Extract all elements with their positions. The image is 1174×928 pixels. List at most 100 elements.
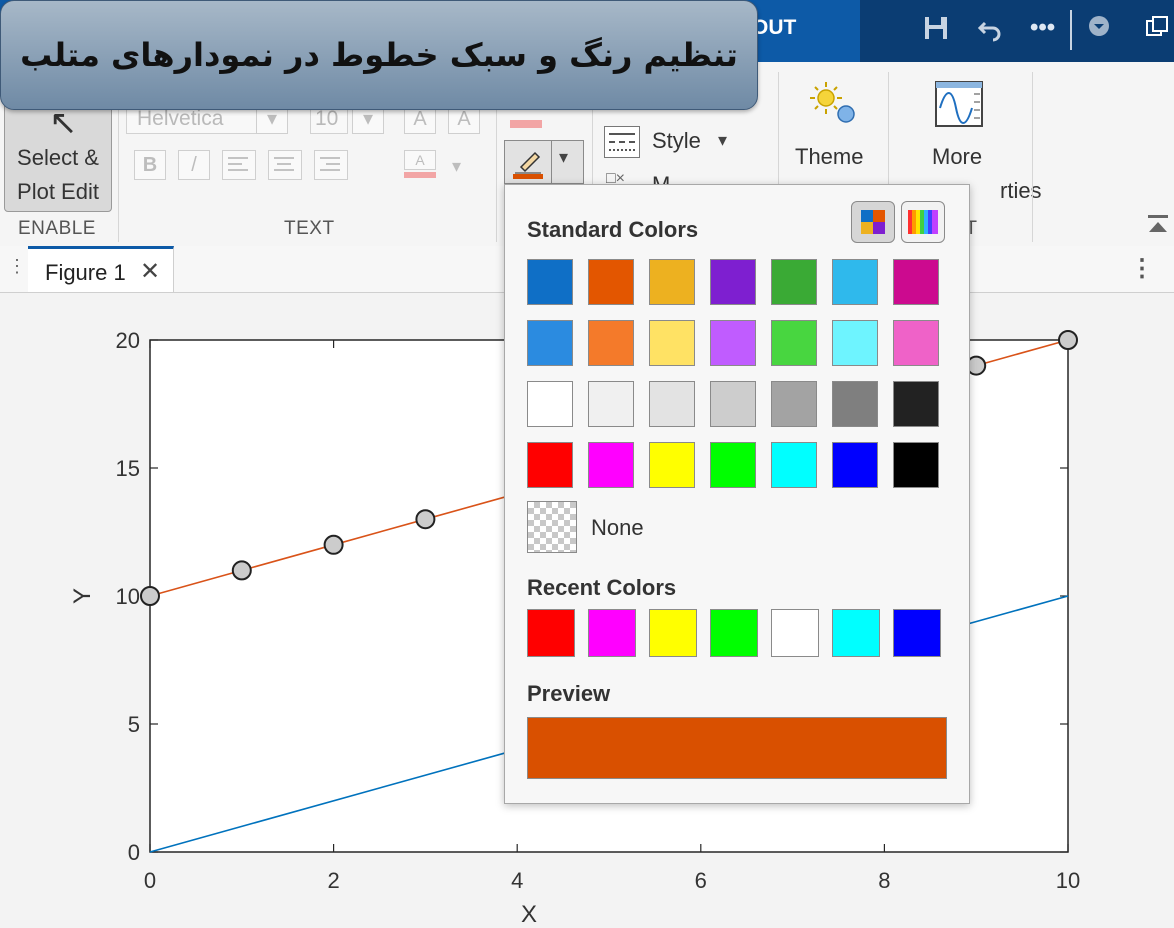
- standard-color-swatch[interactable]: [832, 320, 878, 366]
- standard-color-swatch[interactable]: [771, 381, 817, 427]
- recent-color-swatch[interactable]: [893, 609, 941, 657]
- more-icon[interactable]: •••: [1030, 14, 1055, 42]
- x-tick-label: 4: [511, 868, 523, 893]
- y-tick-label: 10: [116, 584, 140, 609]
- more-properties-label-2[interactable]: rties: [1000, 178, 1042, 204]
- style-line-2: [609, 141, 635, 145]
- standard-color-swatch[interactable]: [649, 259, 695, 305]
- standard-color-swatch[interactable]: [649, 442, 695, 488]
- recent-color-swatch[interactable]: [588, 609, 636, 657]
- y-tick-label: 5: [128, 712, 140, 737]
- theme-icon[interactable]: [806, 78, 858, 135]
- text-color-dropdown-icon[interactable]: ▾: [452, 156, 461, 177]
- standard-color-swatch[interactable]: [771, 442, 817, 488]
- data-point[interactable]: [140, 586, 160, 606]
- more-properties-icon[interactable]: [934, 78, 984, 135]
- data-point[interactable]: [231, 560, 252, 581]
- recent-colors-title: Recent Colors: [527, 575, 677, 600]
- standard-color-swatch[interactable]: [893, 442, 939, 488]
- text-color-icon[interactable]: A: [404, 150, 436, 180]
- standard-color-swatch[interactable]: [710, 320, 756, 366]
- recent-color-swatch[interactable]: [710, 609, 758, 657]
- standard-color-swatch[interactable]: [771, 259, 817, 305]
- italic-button[interactable]: /: [178, 150, 210, 180]
- bold-button[interactable]: B: [134, 150, 166, 180]
- align-left-icon[interactable]: [222, 150, 256, 180]
- banner-title: تنظیم رنگ و سبک خطوط در نمودارهای متلب: [20, 36, 738, 74]
- y-axis-label: Y: [69, 588, 96, 604]
- preview-swatch: [527, 717, 947, 779]
- standard-color-swatch[interactable]: [832, 381, 878, 427]
- data-point[interactable]: [1058, 330, 1078, 350]
- tab-layout[interactable]: OUT: [752, 16, 796, 40]
- select-label-1: Select &: [17, 145, 99, 170]
- standard-color-swatch[interactable]: [588, 259, 634, 305]
- divider: [1032, 72, 1033, 242]
- none-color-swatch[interactable]: [527, 501, 577, 553]
- standard-color-swatch[interactable]: [893, 381, 939, 427]
- standard-color-swatch[interactable]: [527, 259, 573, 305]
- style-icon[interactable]: [604, 126, 640, 158]
- style-dropdown-icon[interactable]: ▾: [718, 130, 727, 151]
- standard-color-swatch[interactable]: [710, 442, 756, 488]
- standard-color-swatch[interactable]: [832, 259, 878, 305]
- standard-color-swatch[interactable]: [527, 320, 573, 366]
- standard-color-swatch[interactable]: [588, 442, 634, 488]
- recent-color-swatch[interactable]: [832, 609, 880, 657]
- text-color-bar: [404, 172, 436, 178]
- y-tick-label: 15: [116, 456, 140, 481]
- data-point[interactable]: [323, 534, 344, 555]
- dropdown-icon[interactable]: [1087, 14, 1111, 45]
- figure-tab-label: Figure 1: [45, 260, 126, 285]
- standard-color-swatch[interactable]: [588, 381, 634, 427]
- x-tick-label: 0: [144, 868, 156, 893]
- more-properties-label-1[interactable]: More: [932, 144, 982, 170]
- line-color-button[interactable]: ▾: [504, 140, 584, 184]
- select-label-2: Plot Edit: [17, 179, 99, 204]
- collapse-ribbon-icon[interactable]: [1146, 212, 1170, 241]
- standard-color-swatch[interactable]: [649, 381, 695, 427]
- standard-colors-title: Standard Colors: [527, 217, 699, 242]
- standard-color-swatch[interactable]: [527, 381, 573, 427]
- divider: [551, 141, 552, 183]
- standard-color-swatch[interactable]: [771, 320, 817, 366]
- standard-color-swatch[interactable]: [527, 442, 573, 488]
- data-point[interactable]: [415, 509, 436, 530]
- quick-access-bar: [860, 0, 1174, 62]
- none-label[interactable]: None: [591, 515, 644, 541]
- save-icon[interactable]: [922, 14, 950, 49]
- align-right-icon[interactable]: [314, 150, 348, 180]
- standard-color-swatch[interactable]: [893, 320, 939, 366]
- standard-color-swatch[interactable]: [588, 320, 634, 366]
- close-icon[interactable]: ✕: [140, 257, 160, 286]
- more-vert-icon[interactable]: ⋮: [1130, 254, 1154, 283]
- pencil-icon: [513, 151, 543, 179]
- tab-figure-1[interactable]: Figure 1 ✕: [28, 246, 174, 292]
- theme-button[interactable]: Theme: [795, 144, 863, 170]
- style-label[interactable]: Style: [652, 128, 701, 154]
- group-enable-label: ENABLE: [18, 218, 96, 239]
- recent-color-swatch[interactable]: [649, 609, 697, 657]
- x-tick-label: 2: [327, 868, 339, 893]
- spectrum-mode-button[interactable]: [901, 201, 945, 243]
- standard-color-swatch[interactable]: [710, 259, 756, 305]
- x-tick-label: 10: [1056, 868, 1080, 893]
- recent-color-swatch[interactable]: [771, 609, 819, 657]
- title-banner: تنظیم رنگ و سبک خطوط در نمودارهای متلب: [0, 0, 758, 110]
- align-center-icon[interactable]: [268, 150, 302, 180]
- standard-color-swatch[interactable]: [710, 381, 756, 427]
- marker-color-bar: [510, 120, 542, 128]
- style-line-1: [609, 133, 635, 135]
- recent-color-swatch[interactable]: [527, 609, 575, 657]
- x-tick-label: 8: [878, 868, 890, 893]
- undock-icon[interactable]: [1144, 14, 1170, 47]
- y-tick-label: 20: [116, 328, 140, 353]
- standard-color-swatch[interactable]: [832, 442, 878, 488]
- line-color-dropdown-icon[interactable]: ▾: [559, 147, 568, 168]
- standard-color-swatch[interactable]: [649, 320, 695, 366]
- palette-mode-button[interactable]: [851, 201, 895, 243]
- select-plot-edit-button[interactable]: ↖ Select & Plot Edit: [4, 102, 112, 212]
- style-line-3: [609, 149, 635, 153]
- undo-icon[interactable]: [976, 14, 1004, 49]
- standard-color-swatch[interactable]: [893, 259, 939, 305]
